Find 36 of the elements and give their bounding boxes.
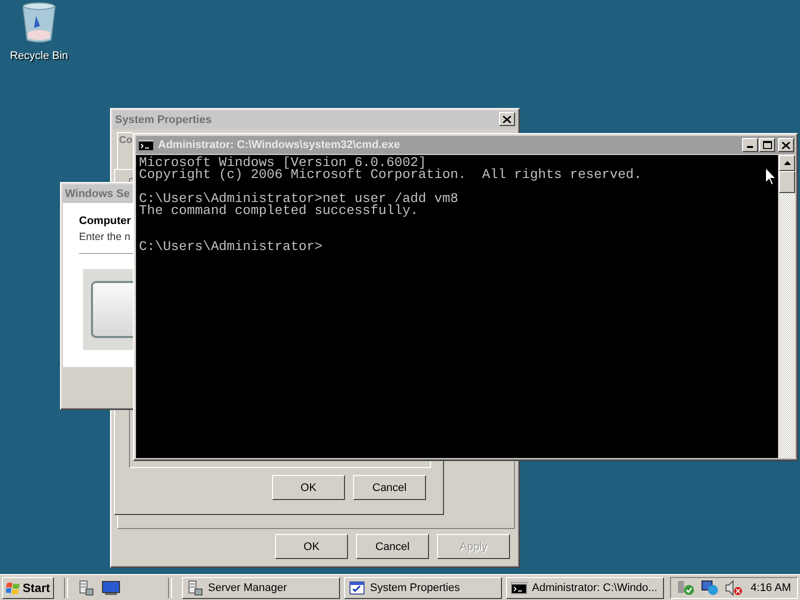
- scrollbar[interactable]: [779, 155, 795, 458]
- maximize-icon: [762, 141, 772, 149]
- server-icon: [78, 580, 94, 596]
- close-button[interactable]: [499, 112, 515, 126]
- up-arrow-icon: [784, 161, 790, 165]
- windows-logo-icon: [6, 580, 21, 596]
- dialog-button[interactable]: Cancel: [353, 475, 426, 500]
- desktop-icon[interactable]: [102, 580, 120, 594]
- window-icon: [349, 580, 365, 596]
- speaker-muted-icon[interactable]: [725, 580, 743, 596]
- icon-label[interactable]: Recycle Bin: [10, 50, 68, 62]
- scroll-thumb[interactable]: [779, 171, 795, 193]
- start-button[interactable]: Start: [2, 576, 54, 598]
- taskbar-button[interactable]: System Properties: [344, 576, 502, 598]
- console-icon: [138, 139, 154, 151]
- recycle-bin-icon[interactable]: [22, 2, 56, 44]
- shield-check-icon[interactable]: [677, 580, 695, 596]
- close-button[interactable]: [778, 138, 794, 152]
- console-icon: [511, 582, 527, 594]
- close-icon: [782, 142, 790, 148]
- dialog-button[interactable]: OK: [272, 475, 345, 500]
- window-title: Administrator: C:\Windows\system32\cmd.exe: [136, 136, 795, 154]
- server-icon: [187, 580, 203, 596]
- maximize-button[interactable]: [759, 138, 775, 152]
- dialog-heading: Computer: [79, 215, 131, 227]
- dialog-button[interactable]: Cancel: [356, 534, 429, 559]
- scroll-up-button[interactable]: [779, 155, 795, 171]
- minimize-button[interactable]: [742, 138, 758, 152]
- taskbar-button[interactable]: Administrator: C:\Windo...: [506, 576, 664, 598]
- window-title: System Properties: [113, 111, 517, 129]
- dialog-text: Enter the n: [79, 231, 130, 243]
- close-icon: [503, 116, 511, 122]
- taskbar-button[interactable]: Server Manager: [182, 576, 340, 598]
- clock[interactable]: 4:16 AM: [750, 582, 791, 594]
- network-icon[interactable]: [701, 580, 719, 596]
- dialog-button[interactable]: OK: [275, 534, 348, 559]
